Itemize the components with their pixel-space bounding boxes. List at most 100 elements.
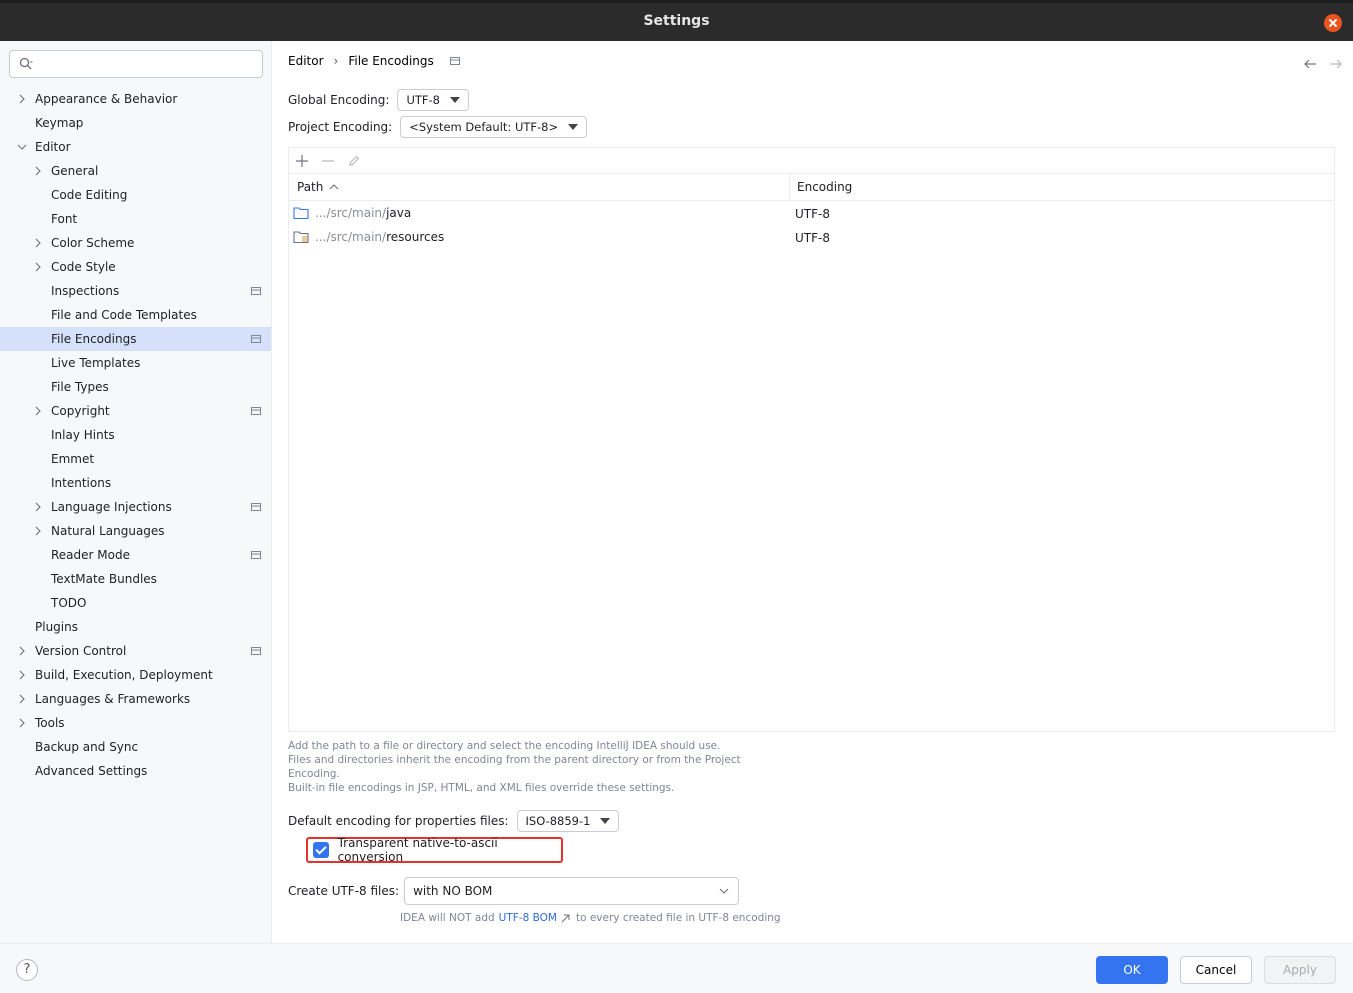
sidebar-item-label: Version Control	[35, 644, 127, 658]
back-arrow-icon[interactable]	[1303, 57, 1317, 71]
native-to-ascii-option[interactable]: Transparent native-to-ascii conversion	[306, 836, 563, 864]
sidebar-item-plugins[interactable]: Plugins	[0, 615, 271, 639]
breadcrumb: Editor › File Encodings	[288, 54, 460, 68]
column-header-encoding[interactable]: Encoding	[797, 180, 852, 194]
properties-encoding-row: Default encoding for properties files: I…	[288, 810, 620, 832]
bom-note-suffix: to every created file in UTF-8 encoding	[575, 912, 781, 924]
sidebar-item-code-editing[interactable]: Code Editing	[0, 183, 271, 207]
help-button[interactable]: ?	[16, 959, 38, 981]
sidebar-item-inlay-hints[interactable]: Inlay Hints	[0, 423, 271, 447]
sidebar-item-natural-languages[interactable]: Natural Languages	[0, 519, 271, 543]
table-row[interactable]: .../src/main/resources UTF-8	[289, 226, 1334, 250]
sidebar-item-emmet[interactable]: Emmet	[0, 447, 271, 471]
breadcrumb-separator: ›	[333, 54, 339, 68]
create-utf8-label: Create UTF-8 files:	[288, 884, 400, 898]
project-scope-icon	[251, 647, 261, 655]
native-to-ascii-label: Transparent native-to-ascii conversion	[337, 836, 498, 864]
encoding-hint: Add the path to a file or directory and …	[288, 739, 758, 795]
sidebar-item-advanced-settings[interactable]: Advanced Settings	[0, 759, 271, 783]
chevron-right-icon[interactable]	[32, 405, 44, 417]
sidebar-item-appearance-behavior[interactable]: Appearance & Behavior	[0, 87, 271, 111]
chevron-right-icon[interactable]	[32, 237, 44, 249]
sidebar-item-backup-and-sync[interactable]: Backup and Sync	[0, 735, 271, 759]
chevron-right-icon[interactable]	[16, 693, 28, 705]
file-encodings-panel: Editor › File Encodings Global Encoding:…	[273, 41, 1353, 943]
sidebar-item-language-injections[interactable]: Language Injections	[0, 495, 271, 519]
sidebar-item-textmate-bundles[interactable]: TextMate Bundles	[0, 567, 271, 591]
remove-icon[interactable]	[321, 154, 335, 168]
column-header-path[interactable]: Path	[297, 180, 339, 194]
sidebar-item-label: Inspections	[51, 284, 120, 298]
sidebar-item-languages-frameworks[interactable]: Languages & Frameworks	[0, 687, 271, 711]
sidebar-item-label: Font	[51, 212, 78, 226]
path-cell: .../src/main/java	[293, 206, 411, 220]
chevron-right-icon[interactable]	[32, 525, 44, 537]
project-encoding-dropdown[interactable]: <System Default: UTF-8>	[400, 116, 588, 138]
sidebar-item-tools[interactable]: Tools	[0, 711, 271, 735]
sidebar-item-code-style[interactable]: Code Style	[0, 255, 271, 279]
project-scope-icon	[251, 335, 261, 343]
settings-search-input[interactable]	[9, 50, 263, 78]
chevron-right-icon[interactable]	[32, 261, 44, 273]
sidebar-item-version-control[interactable]: Version Control	[0, 639, 271, 663]
sidebar-item-build-execution-deployment[interactable]: Build, Execution, Deployment	[0, 663, 271, 687]
encodings-table: Path Encoding .../src/main/java UTF-8 ..…	[288, 147, 1335, 732]
sidebar-item-keymap[interactable]: Keymap	[0, 111, 271, 135]
sidebar-item-general[interactable]: General	[0, 159, 271, 183]
chevron-right-icon[interactable]	[32, 501, 44, 513]
sidebar-item-label: Color Scheme	[51, 236, 135, 250]
chevron-right-icon[interactable]	[16, 717, 28, 729]
external-link-icon	[561, 914, 570, 922]
properties-encoding-dropdown[interactable]: ISO-8859-1	[516, 810, 620, 832]
sidebar-item-intentions[interactable]: Intentions	[0, 471, 271, 495]
table-row[interactable]: .../src/main/java UTF-8	[289, 202, 1334, 226]
sidebar-item-file-types[interactable]: File Types	[0, 375, 271, 399]
chevron-right-icon[interactable]	[16, 93, 28, 105]
sidebar-item-label: Plugins	[35, 620, 78, 634]
sidebar-item-live-templates[interactable]: Live Templates	[0, 351, 271, 375]
sidebar-item-color-scheme[interactable]: Color Scheme	[0, 231, 271, 255]
breadcrumb-editor[interactable]: Editor	[288, 54, 324, 68]
apply-button[interactable]: Apply	[1264, 956, 1336, 984]
forward-arrow-icon[interactable]	[1329, 57, 1343, 71]
sidebar-item-reader-mode[interactable]: Reader Mode	[0, 543, 271, 567]
sidebar-item-label: File Types	[51, 380, 109, 394]
chevron-right-icon[interactable]	[16, 669, 28, 681]
project-scope-icon	[251, 407, 261, 415]
dropdown-caret-icon	[568, 124, 579, 130]
native-to-ascii-checkbox[interactable]	[313, 842, 329, 858]
dropdown-caret-icon	[449, 97, 460, 103]
table-header: Path Encoding	[289, 174, 1334, 201]
sidebar-item-label: Languages & Frameworks	[35, 692, 191, 706]
sidebar-item-todo[interactable]: TODO	[0, 591, 271, 615]
chevron-right-icon[interactable]	[32, 165, 44, 177]
global-encoding-row: Global Encoding: UTF-8	[288, 89, 469, 111]
sidebar-item-file-and-code-templates[interactable]: File and Code Templates	[0, 303, 271, 327]
project-scope-icon	[251, 503, 261, 511]
sidebar-item-copyright[interactable]: Copyright	[0, 399, 271, 423]
chevron-right-icon[interactable]	[16, 645, 28, 657]
settings-tree: Appearance & Behavior Keymap Editor General…	[0, 87, 271, 783]
add-icon[interactable]	[295, 154, 309, 168]
path-name: java	[386, 206, 412, 220]
utf8-bom-link[interactable]: UTF-8 BOM	[499, 912, 557, 924]
close-window-button[interactable]	[1324, 14, 1342, 32]
sidebar-item-label: General	[51, 164, 99, 178]
sidebar-item-font[interactable]: Font	[0, 207, 271, 231]
edit-icon[interactable]	[347, 154, 361, 168]
breadcrumb-file-encodings: File Encodings	[348, 54, 434, 68]
sidebar-item-label: Emmet	[51, 452, 95, 466]
sidebar-item-editor[interactable]: Editor	[0, 135, 271, 159]
chevron-down-icon[interactable]	[16, 141, 28, 153]
create-utf8-select[interactable]: with NO BOM	[404, 877, 740, 905]
ok-button[interactable]: OK	[1096, 956, 1168, 984]
bom-note: IDEA will NOT add UTF-8 BOM to every cre…	[400, 912, 781, 924]
sidebar-item-label: Editor	[35, 140, 71, 154]
sidebar-item-file-encodings[interactable]: File Encodings	[0, 327, 271, 351]
sidebar-item-inspections[interactable]: Inspections	[0, 279, 271, 303]
create-utf8-row: Create UTF-8 files: with NO BOM	[288, 877, 740, 905]
column-divider[interactable]	[789, 174, 790, 201]
cancel-button[interactable]: Cancel	[1180, 956, 1252, 984]
global-encoding-dropdown[interactable]: UTF-8	[397, 89, 469, 111]
navigation-arrows	[1303, 57, 1343, 71]
